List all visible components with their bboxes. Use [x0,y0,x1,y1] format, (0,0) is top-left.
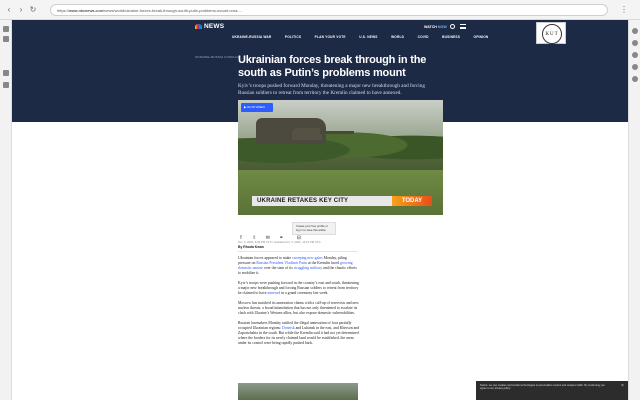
tank-barrel [320,131,354,134]
forward-button[interactable]: › [16,5,26,15]
user-account-icon[interactable] [450,24,455,29]
byline-divider [238,251,358,252]
link-annexed[interactable]: annexed [268,291,281,295]
video-player[interactable]: ▶ 04:28 VIDEO UKRAINE RETAKES KEY CITY T… [238,100,443,215]
lower-third-caption: UKRAINE RETAKES KEY CITY [257,197,349,204]
article-headline: Ukrainian forces break through in the so… [238,54,427,79]
nbc-news-logo[interactable]: NEWS [195,23,224,30]
link-struggling-military[interactable]: struggling military [294,266,322,270]
article-timestamp: Oct. 3, 2022, 6:40 PM UTC / Updated Oct.… [238,240,321,244]
link-donetsk[interactable]: Donetsk [282,326,295,330]
extension-icon[interactable] [632,40,638,46]
browser-toolbar: ‹ › ↻ https://www.nbcnews.com/news/world… [0,0,640,20]
nav-link-world[interactable]: WORLD [391,35,404,39]
nav-link-business[interactable]: BUSINESS [442,35,460,39]
inline-article-image [238,383,358,400]
watch-label: WATCH [424,24,437,29]
extension-icon[interactable] [632,64,638,70]
save-article-prompt[interactable]: Create your free profile or log in to sa… [292,222,336,235]
paragraph-2: Kyiv’s troops were pushing forward in th… [238,281,360,296]
text-span: in a grand ceremony last week. [280,291,329,296]
address-bar[interactable]: https://www.nbcnews.com/news/world/ukrai… [50,4,608,16]
reload-button[interactable]: ↻ [28,5,38,15]
kut-seal-icon: KUT [542,24,562,44]
text-span: at the Kremlin faced [307,261,341,266]
watch-now-link[interactable]: WATCH NOW [424,25,447,29]
hamburger-menu-icon[interactable] [460,24,466,29]
nav-link-opinion[interactable]: OPINION [474,35,489,39]
sidebar-tab-icon[interactable] [3,82,9,88]
video-lower-third: UKRAINE RETAKES KEY CITY TODAY [252,196,432,206]
nav-links: UKRAINE-RUSSIA WAR POLITICS PLAN YOUR VO… [232,25,497,43]
right-extension-strip [628,20,640,400]
back-button[interactable]: ‹ [4,5,14,15]
url-host: www.nbcnews.com [69,8,104,13]
article-body: Ukrainian forces appeared to make sweepi… [238,256,360,351]
article-eyebrow[interactable]: UKRAINE-RUSSIA CONFLICT [195,55,241,59]
sidebar-tab-icon[interactable] [3,36,9,42]
toast-message: Notice: we use cookies and similar techn… [480,384,605,391]
nav-link-us-news[interactable]: U.S. NEWS [359,35,377,39]
paragraph-1: Ukrainian forces appeared to make sweepi… [238,256,360,276]
extension-icon[interactable] [632,28,638,34]
link-sweeping-new-gains[interactable]: sweeping new gains [292,256,323,260]
text-span: over the state of its [263,266,294,271]
link-putin[interactable]: Russian President Vladimir Putin [256,261,307,265]
sidebar-tab-icon[interactable] [3,70,9,76]
close-icon[interactable]: × [620,384,625,389]
nav-link-plan-your-vote[interactable]: PLAN YOUR VOTE [315,35,346,39]
article-byline[interactable]: By Rhoda Kwan [238,245,264,249]
video-scene-tank [256,118,354,144]
video-scene-ground [238,170,443,215]
url-path: /news/world/ukraine-forces-break-through… [103,8,242,13]
nav-link-ukraine-russia-war[interactable]: UKRAINE-RUSSIA WAR [232,35,271,39]
nav-link-politics[interactable]: POLITICS [285,35,301,39]
paragraph-4: Russian lawmakers Monday ratified the il… [238,321,360,346]
browser-menu-button[interactable]: ⋮ [618,4,630,16]
peacock-icon [195,23,202,29]
today-logo: TODAY [392,196,432,206]
extension-icon[interactable] [632,76,638,82]
nav-link-covid[interactable]: COVID [418,35,429,39]
logo-text: NEWS [204,23,225,30]
video-play-button[interactable]: ▶ 04:28 VIDEO [241,103,273,112]
left-sidebar-strip [0,20,12,400]
extension-icon[interactable] [632,52,638,58]
article-dek: Kyiv’s troops pushed forward Monday, thr… [238,83,425,96]
sidebar-tab-icon[interactable] [3,26,9,32]
url-scheme: https:// [57,8,70,13]
kut-logo-badge: KUT [536,22,566,44]
tank-turret [292,128,322,140]
cookie-notification-toast: Notice: we use cookies and similar techn… [476,381,628,400]
text-span: Ukrainian forces appeared to make [238,256,293,260]
paragraph-3: Moscow has matched its annexation claims… [238,300,359,316]
now-label: NOW [437,24,447,29]
